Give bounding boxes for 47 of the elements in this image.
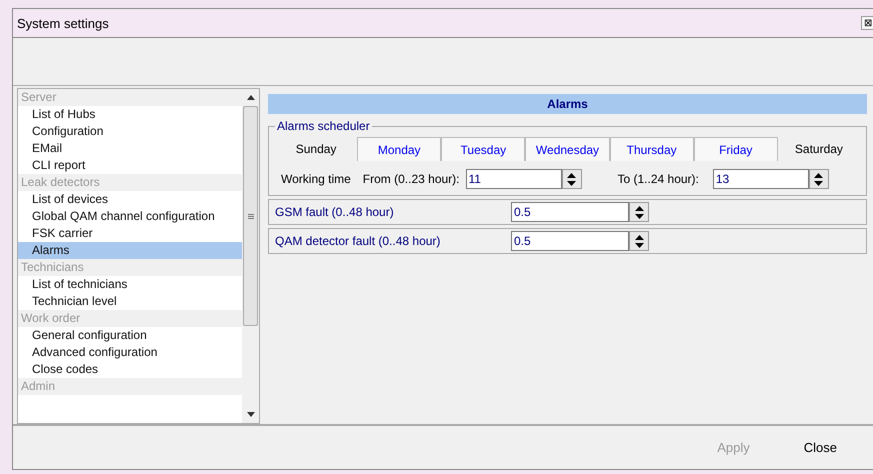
day-toggle[interactable]: Friday	[694, 137, 778, 161]
close-button[interactable]: ⊠	[861, 16, 873, 30]
spin-buttons[interactable]	[808, 169, 829, 189]
setting-label: QAM detector fault (0..48 hour)	[275, 234, 442, 248]
list-item[interactable]: List of devices	[18, 191, 242, 208]
group-header: Technicians	[18, 259, 242, 276]
scroll-up-icon[interactable]	[246, 95, 254, 100]
list-item[interactable]: General configuration	[18, 327, 242, 344]
list-item[interactable]: Alarms	[18, 242, 242, 259]
spin-buttons[interactable]	[629, 202, 649, 222]
scroll-thumb[interactable]	[243, 106, 258, 326]
day-toggle[interactable]: Monday	[357, 137, 442, 161]
group-header: Leak detectors	[18, 174, 242, 191]
working-time-label: Working time	[281, 172, 351, 186]
group-header: Server	[18, 89, 242, 106]
dialog-button[interactable]: Close	[792, 436, 849, 459]
value-field[interactable]: 0.5	[511, 202, 629, 222]
from-field[interactable]: 11	[466, 169, 562, 189]
day-toggle[interactable]: Thursday	[610, 137, 694, 161]
list-item[interactable]: Advanced configuration	[18, 344, 242, 361]
day-toggle[interactable]: Wednesday	[525, 137, 610, 161]
list-item[interactable]: Close codes	[18, 361, 242, 378]
spin-buttons[interactable]	[562, 169, 582, 189]
day-toggle[interactable]: Tuesday	[441, 137, 526, 161]
list-item[interactable]: Global QAM channel configuration	[18, 208, 242, 225]
day-toggle[interactable]: Sunday	[275, 137, 358, 161]
group-header: Admin	[18, 378, 242, 395]
scrollbar[interactable]	[242, 89, 259, 423]
list-item[interactable]: Configuration	[18, 123, 242, 140]
list-item[interactable]: FSK carrier	[18, 225, 242, 242]
window-title: System settings	[17, 16, 109, 30]
group-title: Alarms scheduler	[276, 119, 371, 133]
list-item[interactable]: Technician level	[18, 293, 242, 310]
spin-buttons[interactable]	[629, 231, 649, 251]
setting-label: GSM fault (0..48 hour)	[275, 205, 395, 219]
list-item[interactable]: EMail	[18, 140, 242, 157]
to-label: To (1..24 hour):	[618, 172, 699, 186]
panel-title: Alarms	[268, 94, 867, 114]
list-item[interactable]: List of Hubs	[18, 106, 242, 123]
from-label: From (0..23 hour):	[362, 172, 460, 186]
list-item[interactable]: CLI report	[18, 157, 242, 174]
scroll-down-icon[interactable]	[246, 412, 254, 417]
to-field[interactable]: 13	[712, 169, 809, 189]
list-item[interactable]: List of technicians	[18, 276, 242, 293]
day-toggle[interactable]: Saturday	[778, 137, 860, 161]
group-header: Work order	[18, 310, 242, 327]
value-field[interactable]: 0.5	[511, 231, 629, 251]
